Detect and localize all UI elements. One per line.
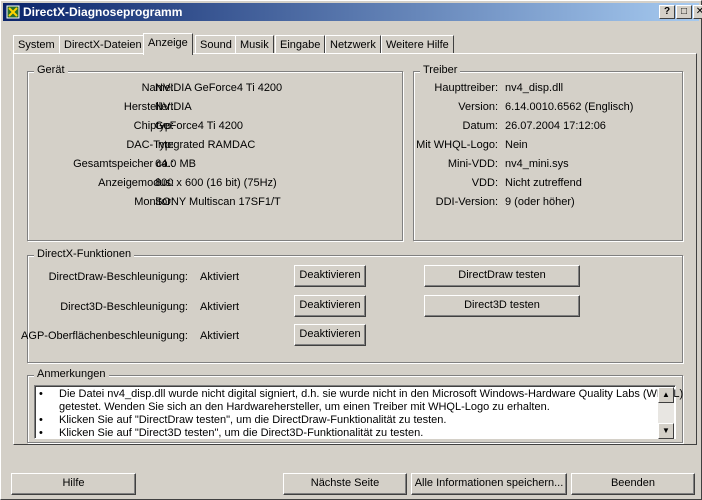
directdraw-deaktivieren-button[interactable]: Deaktivieren [294,265,366,287]
tab-sound[interactable]: Sound [195,35,237,54]
help-title-button[interactable]: ? [659,5,675,19]
note-line: • Die Datei nv4_disp.dll wurde nicht digi… [39,388,683,400]
note-text: Die Datei nv4_disp.dll wurde nicht digit… [59,388,684,400]
tab-weitere-hilfe[interactable]: Weitere Hilfe [381,35,454,54]
note-text: Klicken Sie auf "DirectDraw testen", um … [59,414,447,426]
treiber-value-ddi: 9 (oder höher) [505,196,575,208]
geraet-value-anzeigemodus: 800 x 600 (16 bit) (75Hz) [155,177,277,189]
directx-app-icon [6,5,20,19]
notes-textbox[interactable]: • Die Datei nv4_disp.dll wurde nicht digi… [34,385,683,439]
alle-informationen-speichern-button[interactable]: Alle Informationen speichern... [411,473,567,495]
tab-eingabe[interactable]: Eingabe [275,35,326,54]
treiber-label-ddi: DDI-Version: [435,196,498,208]
treiber-label-vdd: VDD: [471,177,498,189]
treiber-value-datum: 26.07.2004 17:12:06 [505,120,606,132]
note-line: getestet. Wenden Sie sich an den Hardwar… [39,401,550,413]
bullet-icon: • [39,414,43,426]
close-button[interactable]: ✕ [693,5,702,19]
directdraw-testen-button[interactable]: DirectDraw testen [424,265,580,287]
bullet-icon: • [39,388,43,400]
treiber-value-whql: Nein [505,139,528,151]
anmerkungen-legend: Anmerkungen [34,368,109,380]
geraet-group: Gerät Name: NVIDIA GeForce4 Ti 4200 Hers… [27,64,403,241]
naechste-seite-button[interactable]: Nächste Seite [283,473,407,495]
geraet-value-dac-typ: Integrated RAMDAC [155,139,256,151]
treiber-label-version: Version: [458,101,498,113]
treiber-value-haupttreiber: nv4_disp.dll [505,82,564,94]
note-text: getestet. Wenden Sie sich an den Hardwar… [59,401,550,413]
window-title: DirectX-Diagnoseprogramm [23,5,183,19]
title-bar[interactable]: DirectX-Diagnoseprogramm ? □ ✕ [3,3,702,21]
agp-label: AGP-Oberflächenbeschleunigung: [21,330,188,342]
beenden-button[interactable]: Beenden [571,473,695,495]
treiber-value-mini-vdd: nv4_mini.sys [505,158,569,170]
app-window: DirectX-Diagnoseprogramm ? □ ✕ System Di… [0,0,702,500]
geraet-value-chiptyp: GeForce4 Ti 4200 [155,120,244,132]
directx-legend: DirectX-Funktionen [34,248,135,260]
note-line: • Klicken Sie auf "DirectDraw testen", um… [39,414,446,426]
treiber-label-datum: Datum: [462,120,498,132]
treiber-label-whql: Mit WHQL-Logo: [416,139,498,151]
directx-functions-group: DirectX-Funktionen DirectDraw-Beschleuni… [21,248,683,363]
direct3d-testen-button[interactable]: Direct3D testen [424,295,580,317]
scroll-up-arrow-icon[interactable]: ▲ [658,387,674,403]
tab-system[interactable]: System [13,35,60,54]
treiber-value-vdd: Nicht zutreffend [505,177,582,189]
geraet-value-name: NVIDIA GeForce4 Ti 4200 [155,82,283,94]
agp-status: Aktiviert [200,330,240,342]
treiber-label-haupttreiber: Haupttreiber: [434,82,498,94]
tab-musik[interactable]: Musik [235,35,274,54]
geraet-legend: Gerät [34,64,68,76]
tab-netzwerk[interactable]: Netzwerk [325,35,381,54]
direct3d-deaktivieren-button[interactable]: Deaktivieren [294,295,366,317]
treiber-value-version: 6.14.0010.6562 (Englisch) [505,101,634,113]
geraet-value-monitor: SONY Multiscan 17SF1/T [155,196,281,208]
direct3d-label: Direct3D-Beschleunigung: [60,301,188,313]
bullet-icon: • [39,427,43,439]
treiber-label-mini-vdd: Mini-VDD: [447,158,498,170]
treiber-legend: Treiber [420,64,461,76]
tab-directx-dateien[interactable]: DirectX-Dateien [59,35,147,54]
note-line: • Klicken Sie auf "Direct3D testen", um d… [39,427,423,439]
note-text: Klicken Sie auf "Direct3D testen", um di… [59,427,424,439]
directdraw-status: Aktiviert [200,271,240,283]
direct3d-status: Aktiviert [200,301,240,313]
notes-scrollbar[interactable]: ▲ ▼ [658,387,674,439]
hilfe-button[interactable]: Hilfe [11,473,136,495]
agp-deaktivieren-button[interactable]: Deaktivieren [294,324,366,346]
geraet-value-speicher: 64.0 MB [155,158,196,170]
tab-anzeige[interactable]: Anzeige [143,33,193,55]
scroll-down-arrow-icon[interactable]: ▼ [658,423,674,439]
geraet-value-hersteller: NVIDIA [155,101,192,113]
directdraw-label: DirectDraw-Beschleunigung: [48,271,188,283]
maximize-button[interactable]: □ [676,5,692,19]
treiber-group: Treiber Haupttreiber: nv4_disp.dll Versi… [413,64,683,241]
